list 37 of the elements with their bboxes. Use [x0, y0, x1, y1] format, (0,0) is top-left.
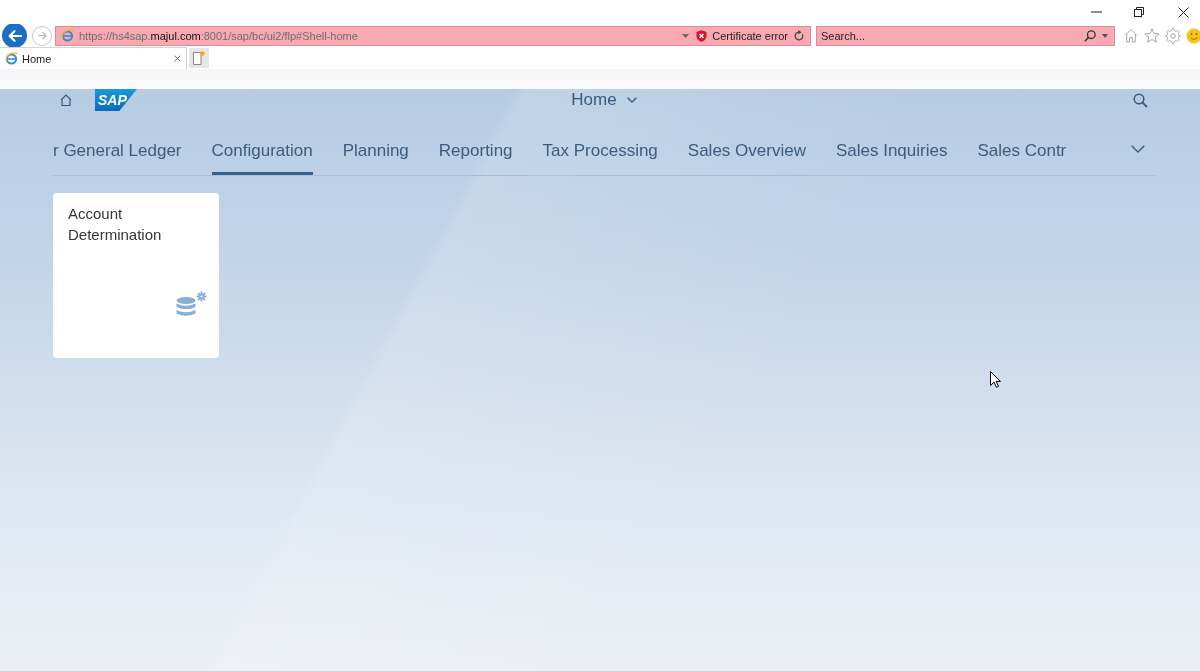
new-tab-button[interactable]: [189, 48, 209, 68]
home-icon[interactable]: [60, 94, 72, 106]
browser-logo-icon: [5, 52, 18, 65]
page-title-menu[interactable]: Home: [571, 90, 637, 110]
arrow-left-icon: [7, 29, 22, 42]
database-gear-icon: [176, 291, 207, 318]
tab[interactable]: r General Ledger: [53, 131, 182, 175]
tab[interactable]: Sales Inquiries: [835, 131, 948, 175]
browser-tab[interactable]: Home: [0, 47, 187, 69]
search-field[interactable]: Search...: [816, 25, 1115, 46]
close-icon[interactable]: [1178, 6, 1189, 18]
caret-down-icon[interactable]: [682, 33, 690, 38]
tab[interactable]: Reporting: [438, 131, 513, 175]
mouse-pointer-icon: [990, 371, 1001, 388]
search-icon[interactable]: [1084, 29, 1096, 42]
tab[interactable]: Sales Contr: [977, 131, 1067, 175]
arrow-right-icon: [37, 31, 47, 40]
tab[interactable]: Tax Processing: [542, 131, 658, 175]
star-icon[interactable]: [1144, 28, 1160, 43]
refresh-icon[interactable]: [794, 30, 804, 41]
tab[interactable]: Planning: [342, 131, 409, 175]
chevron-down-icon[interactable]: [1131, 145, 1145, 153]
address-bar[interactable]: https://hs4sap.majul.com:8001/sap/bc/ui2/flp#Shell-home Certificate error: [55, 25, 811, 46]
app-tile[interactable]: Account Determination: [53, 193, 219, 358]
smiley-icon[interactable]: [1186, 27, 1200, 44]
logo[interactable]: SAP: [95, 89, 137, 111]
browser-logo-icon: [61, 29, 74, 42]
restore-icon[interactable]: [1134, 7, 1144, 17]
chevron-down-icon: [626, 97, 637, 103]
search-icon[interactable]: [1133, 92, 1148, 108]
caret-down-icon[interactable]: [1102, 33, 1108, 38]
back-button[interactable]: [2, 24, 27, 47]
tab[interactable]: Configuration: [211, 131, 313, 175]
shield-error-icon: [696, 29, 708, 42]
certificate-error-link[interactable]: Certificate error: [712, 29, 788, 42]
blank-page-icon: [193, 51, 205, 65]
tab[interactable]: Sales Overview: [687, 131, 806, 175]
